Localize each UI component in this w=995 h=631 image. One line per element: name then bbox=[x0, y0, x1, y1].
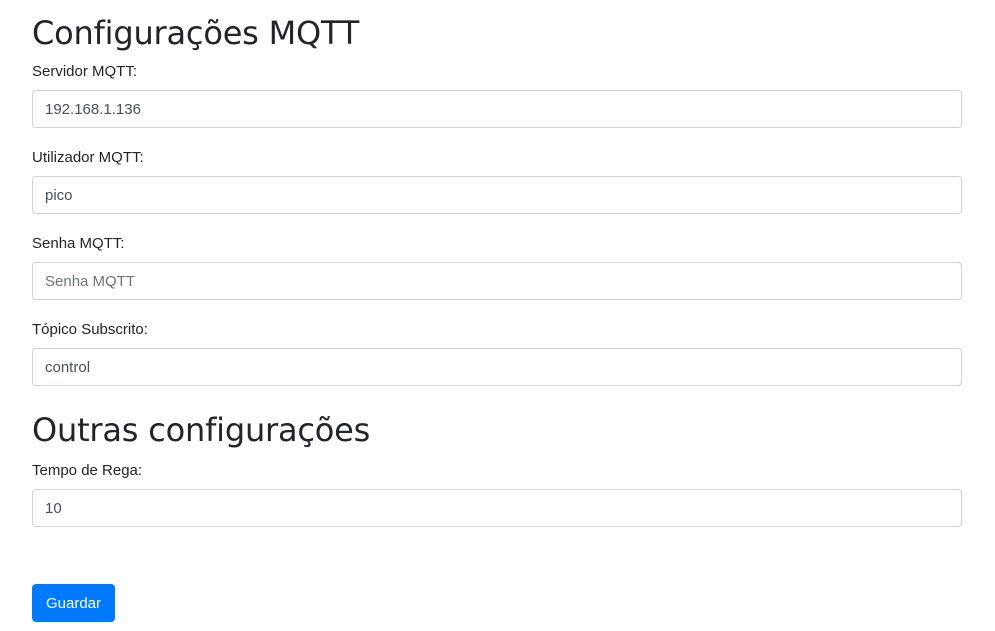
mqtt-password-input[interactable] bbox=[32, 262, 962, 300]
irrigation-time-input[interactable] bbox=[32, 489, 962, 527]
mqtt-password-group: Senha MQTT: bbox=[32, 234, 962, 300]
mqtt-user-group: Utilizador MQTT: bbox=[32, 148, 962, 214]
mqtt-section-title: Configurações MQTT bbox=[32, 14, 360, 52]
save-button[interactable]: Guardar bbox=[32, 584, 115, 622]
mqtt-user-input[interactable] bbox=[32, 176, 962, 214]
mqtt-password-label: Senha MQTT: bbox=[32, 235, 125, 252]
mqtt-topic-group: Tópico Subscrito: bbox=[32, 320, 962, 386]
mqtt-topic-input[interactable] bbox=[32, 348, 962, 386]
mqtt-server-label: Servidor MQTT: bbox=[32, 63, 138, 80]
irrigation-time-group: Tempo de Rega: bbox=[32, 461, 962, 527]
other-section-title: Outras configurações bbox=[32, 411, 371, 449]
mqtt-server-input[interactable] bbox=[32, 90, 962, 128]
mqtt-server-group: Servidor MQTT: bbox=[32, 62, 962, 128]
mqtt-topic-label: Tópico Subscrito: bbox=[32, 321, 148, 338]
irrigation-time-label: Tempo de Rega: bbox=[32, 462, 143, 479]
mqtt-user-label: Utilizador MQTT: bbox=[32, 149, 144, 166]
